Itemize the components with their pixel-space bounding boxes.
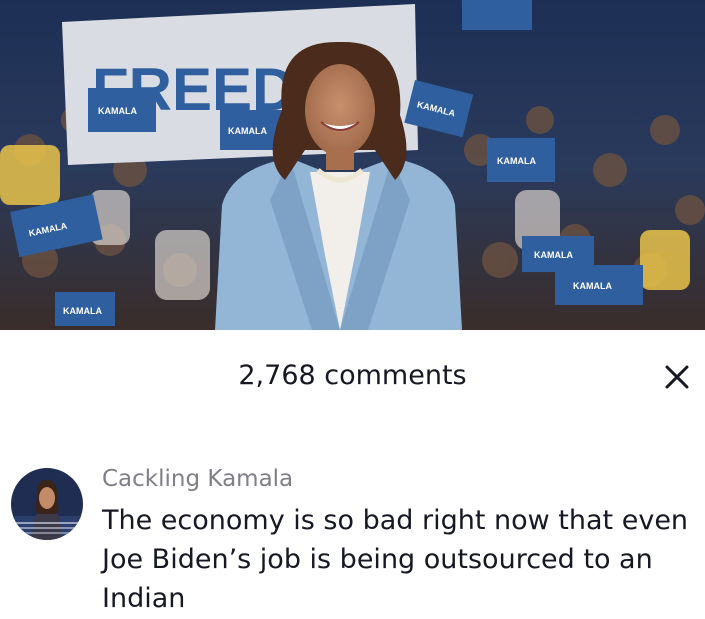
- comments-sheet: 2,768 comments Cackling Kamala The econo…: [0, 330, 705, 619]
- sign-text: KAMALA: [98, 106, 137, 116]
- sign-text: KAMALA: [497, 156, 536, 166]
- sign-text: KAMALA: [534, 250, 573, 260]
- comment-username[interactable]: Cackling Kamala: [102, 465, 293, 493]
- sign-text: KAMALA: [63, 306, 102, 316]
- comments-count-title: 2,768 comments: [238, 360, 467, 391]
- comment-text: The economy is so bad right now that eve…: [102, 505, 689, 614]
- sign-text: KAMALA: [228, 126, 267, 136]
- close-icon: [665, 365, 689, 389]
- avatar-image: [11, 468, 83, 540]
- close-button[interactable]: [660, 360, 694, 394]
- sign-text: KAMALA: [573, 281, 612, 291]
- avatar[interactable]: [11, 468, 83, 540]
- header-photo: FREED KAMALA KAMALA KAMALA KAMALA KAMALA…: [0, 0, 705, 330]
